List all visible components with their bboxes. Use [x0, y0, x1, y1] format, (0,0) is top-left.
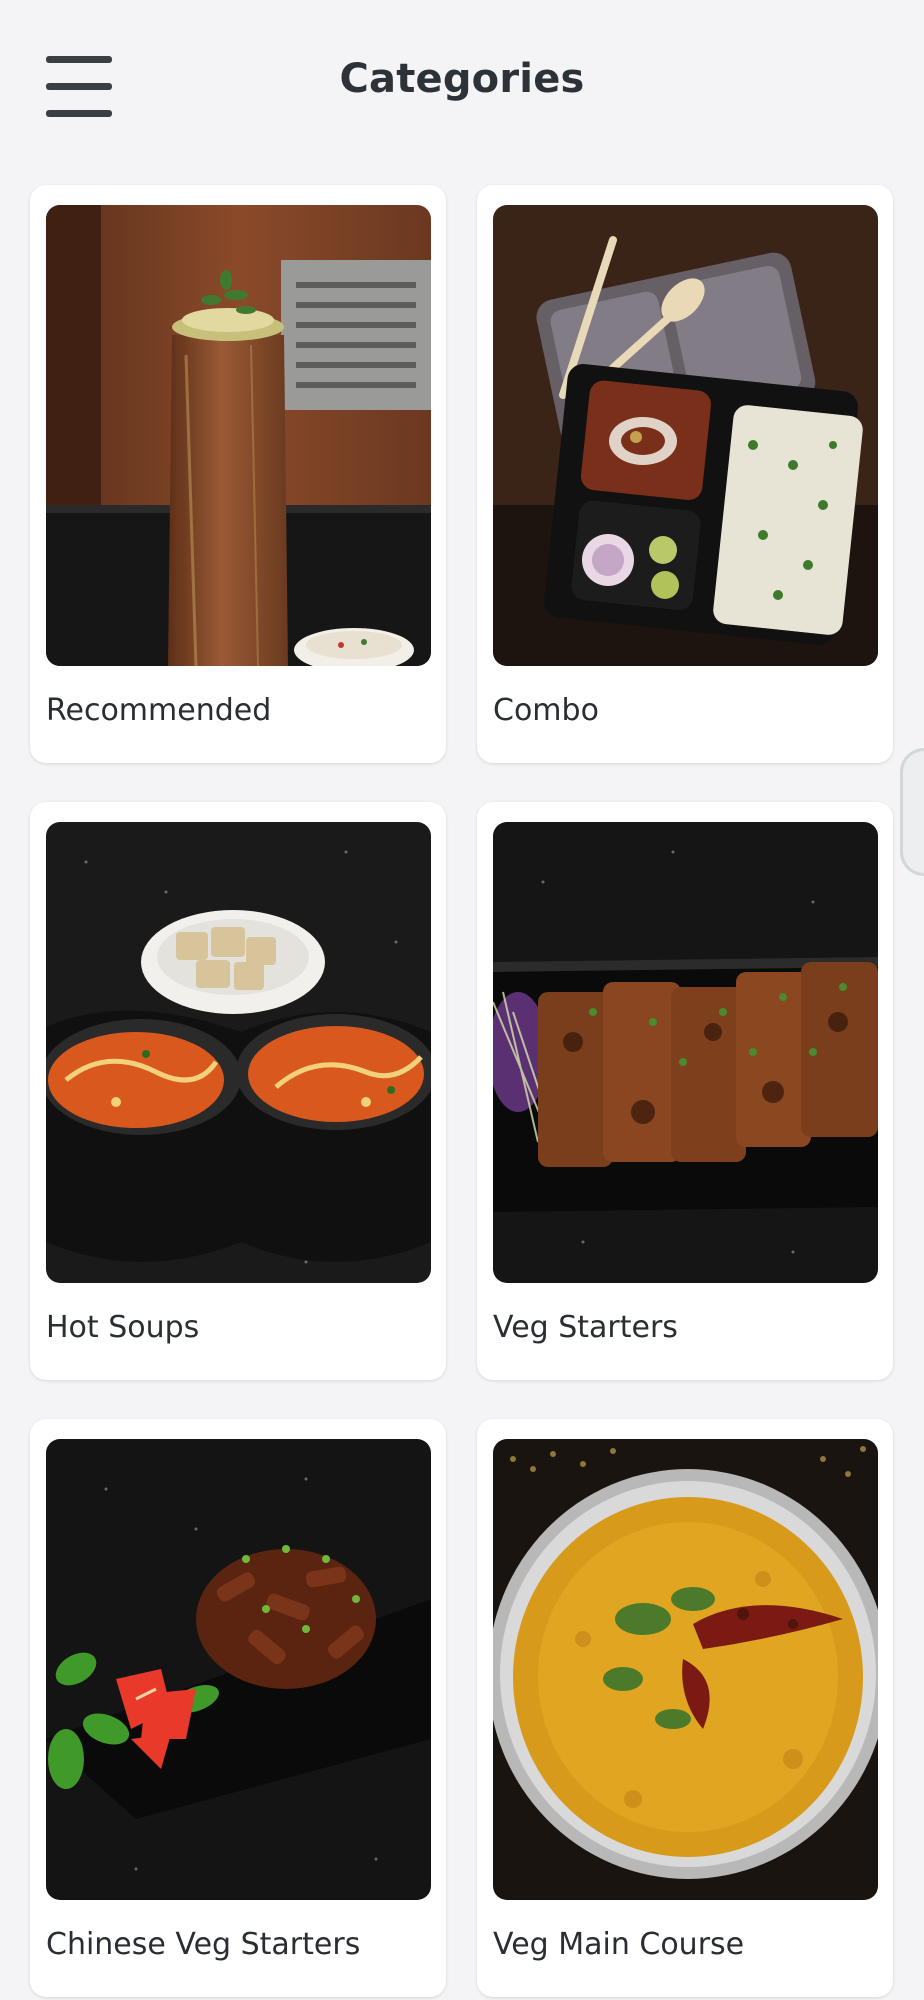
tomato-soup-bowls-photo: [46, 822, 431, 1283]
menu-bar: [46, 110, 112, 117]
category-label: Veg Starters: [493, 1310, 678, 1345]
page-title: Categories: [339, 56, 585, 102]
app-header: Categories: [0, 0, 924, 170]
category-card-chinese-veg-starters[interactable]: Chinese Veg Starters: [30, 1419, 446, 1997]
category-card-veg-starters[interactable]: Veg Starters: [477, 802, 893, 1380]
category-label: Combo: [493, 693, 599, 728]
category-label: Chinese Veg Starters: [46, 1927, 361, 1962]
scroll-handle[interactable]: [900, 748, 924, 876]
category-card-hot-soups[interactable]: Hot Soups: [30, 802, 446, 1380]
chilli-mushroom-platter-photo: [46, 1439, 431, 1900]
bamboo-biryani-photo: [46, 205, 431, 666]
category-label: Hot Soups: [46, 1310, 200, 1345]
combo-meal-box-photo: [493, 205, 878, 666]
category-label: Recommended: [46, 693, 272, 728]
paneer-tikka-platter-photo: [493, 822, 878, 1283]
dal-tadka-bowl-photo: [493, 1439, 878, 1900]
category-card-veg-main-course[interactable]: Veg Main Course: [477, 1419, 893, 1997]
category-label: Veg Main Course: [493, 1927, 745, 1962]
category-card-combo[interactable]: Combo: [477, 185, 893, 763]
category-card-recommended[interactable]: Recommended: [30, 185, 446, 763]
category-grid: Recommended Combo Hot Soups Veg Starters…: [30, 185, 894, 1997]
